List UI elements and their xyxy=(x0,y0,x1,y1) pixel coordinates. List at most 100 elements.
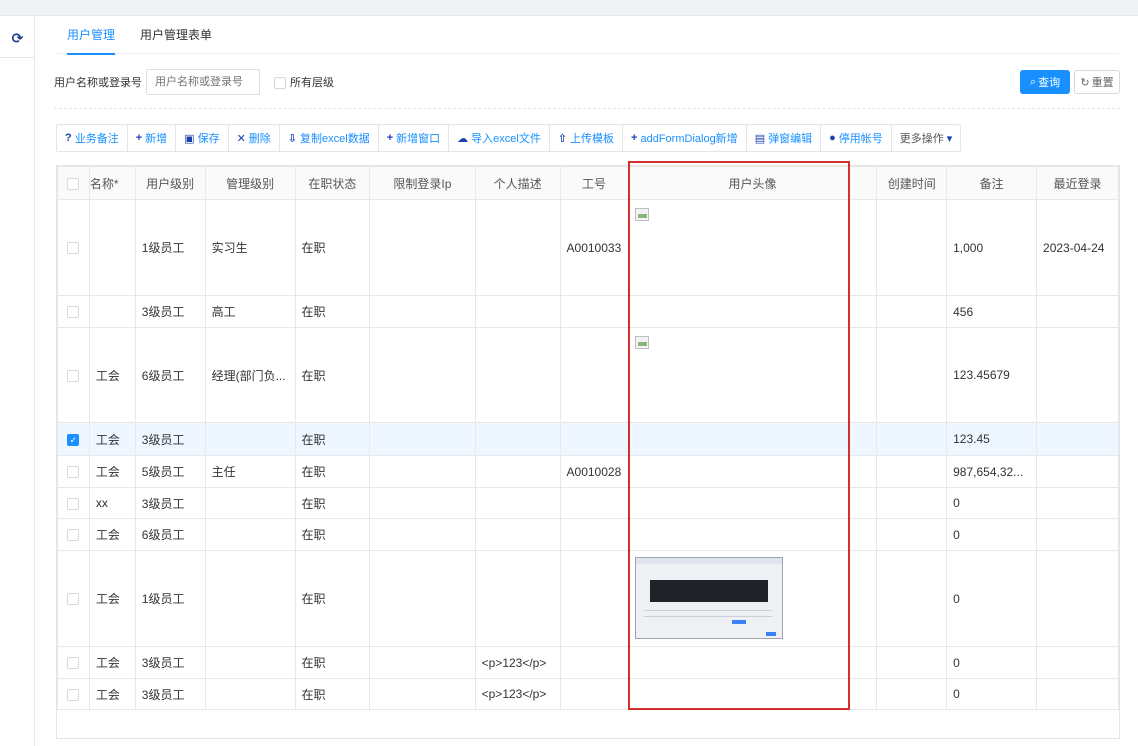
table-cell-status[interactable]: 在职 xyxy=(294,518,371,551)
table-cell-no[interactable]: A0010033 xyxy=(559,199,629,296)
table-cell-level[interactable]: 3级员工 xyxy=(134,646,206,679)
column-header[interactable]: 管理级别 xyxy=(204,166,296,200)
tab-user-management-form[interactable]: 用户管理表单 xyxy=(140,16,212,54)
table-cell-last[interactable] xyxy=(1036,487,1119,519)
table-cell-ip[interactable] xyxy=(369,295,476,328)
table-cell-status[interactable]: 在职 xyxy=(294,487,371,519)
table-cell-created[interactable] xyxy=(876,518,948,551)
table-row[interactable]: 工会 3级员工 在职 <p>123</p> 0 xyxy=(57,646,1119,679)
table-cell-mgmt[interactable] xyxy=(204,646,296,679)
table-row[interactable]: xx 3级员工 在职 0 xyxy=(57,487,1119,519)
table-cell-remark[interactable]: 123.45 xyxy=(946,422,1038,456)
table-cell-ip[interactable] xyxy=(369,422,476,456)
avatar-cell[interactable] xyxy=(627,518,878,551)
avatar-cell[interactable] xyxy=(627,295,878,328)
table-cell-remark[interactable]: 0 xyxy=(946,518,1038,551)
toolbar-button-3[interactable]: ✕ 删除 xyxy=(229,125,280,151)
table-cell-remark[interactable]: 0 xyxy=(946,550,1038,647)
toolbar-button-0[interactable]: ? 业务备注 xyxy=(57,125,128,151)
table-cell-desc[interactable] xyxy=(474,327,561,423)
table-cell-mgmt[interactable] xyxy=(204,518,296,551)
column-header[interactable]: 限制登录Ip xyxy=(369,166,476,200)
table-cell-ip[interactable] xyxy=(369,327,476,423)
table-cell-desc[interactable]: <p>123</p> xyxy=(474,646,561,679)
column-header[interactable]: 创建时间 xyxy=(876,166,948,200)
row-checkbox[interactable]: ✓ xyxy=(57,422,90,456)
table-cell-status[interactable]: 在职 xyxy=(294,646,371,679)
table-row[interactable]: 工会 6级员工 在职 0 xyxy=(57,518,1119,551)
table-cell-no[interactable] xyxy=(559,646,629,679)
table-cell-status[interactable]: 在职 xyxy=(294,327,371,423)
table-cell-remark[interactable]: 0 xyxy=(946,487,1038,519)
table-cell-name[interactable]: 工会 xyxy=(88,678,136,710)
table-cell-ip[interactable] xyxy=(369,487,476,519)
table-cell-created[interactable] xyxy=(876,199,948,296)
table-cell-no[interactable] xyxy=(559,518,629,551)
table-cell-level[interactable]: 3级员工 xyxy=(134,487,206,519)
table-cell-last[interactable] xyxy=(1036,518,1119,551)
table-row[interactable]: 工会 3级员工 在职 <p>123</p> 0 xyxy=(57,678,1119,710)
row-checkbox[interactable] xyxy=(57,678,90,710)
table-cell-status[interactable]: 在职 xyxy=(294,199,371,296)
table-cell-level[interactable]: 1级员工 xyxy=(134,550,206,647)
table-cell-desc[interactable] xyxy=(474,550,561,647)
column-header[interactable]: 在职状态 xyxy=(294,166,371,200)
avatar-cell[interactable] xyxy=(627,422,878,456)
table-cell-name[interactable]: 工会 xyxy=(88,327,136,423)
table-row[interactable]: 工会 6级员工 经理(部门负... 在职 123.45679 xyxy=(57,327,1119,423)
table-cell-status[interactable]: 在职 xyxy=(294,455,371,488)
table-cell-created[interactable] xyxy=(876,550,948,647)
avatar-cell[interactable] xyxy=(627,455,878,488)
table-cell-created[interactable] xyxy=(876,678,948,710)
table-cell-level[interactable]: 6级员工 xyxy=(134,518,206,551)
table-cell-last[interactable] xyxy=(1036,295,1119,328)
toolbar-button-9[interactable]: ▤ 弹窗编辑 xyxy=(747,125,822,151)
row-checkbox[interactable] xyxy=(57,295,90,328)
table-cell-level[interactable]: 6级员工 xyxy=(134,327,206,423)
row-checkbox[interactable] xyxy=(57,518,90,551)
table-cell-created[interactable] xyxy=(876,422,948,456)
toolbar-button-5[interactable]: + 新增窗口 xyxy=(379,125,450,151)
table-cell-name[interactable]: 工会 xyxy=(88,646,136,679)
table-cell-created[interactable] xyxy=(876,455,948,488)
table-cell-last[interactable] xyxy=(1036,678,1119,710)
table-cell-name[interactable]: 工会 xyxy=(88,518,136,551)
table-cell-level[interactable]: 3级员工 xyxy=(134,678,206,710)
table-cell-no[interactable] xyxy=(559,295,629,328)
row-checkbox[interactable] xyxy=(57,646,90,679)
table-cell-desc[interactable] xyxy=(474,487,561,519)
avatar-cell[interactable] xyxy=(627,678,878,710)
table-cell-name[interactable] xyxy=(88,199,136,296)
toolbar-button-4[interactable]: ⇩ 复制excel数据 xyxy=(280,125,379,151)
table-cell-ip[interactable] xyxy=(369,678,476,710)
column-header[interactable]: 用户级别 xyxy=(134,166,206,200)
table-cell-desc[interactable] xyxy=(474,518,561,551)
table-cell-remark[interactable]: 0 xyxy=(946,678,1038,710)
refresh-icon[interactable]: ⟳ xyxy=(0,20,35,58)
table-cell-ip[interactable] xyxy=(369,455,476,488)
table-cell-created[interactable] xyxy=(876,646,948,679)
table-cell-desc[interactable] xyxy=(474,199,561,296)
table-cell-remark[interactable]: 0 xyxy=(946,646,1038,679)
table-cell-no[interactable] xyxy=(559,550,629,647)
row-checkbox[interactable] xyxy=(57,199,90,296)
table-cell-mgmt[interactable]: 实习生 xyxy=(204,199,296,296)
table-cell-last[interactable] xyxy=(1036,550,1119,647)
column-header[interactable]: 用户头像 xyxy=(627,166,878,200)
table-cell-name[interactable]: xx xyxy=(88,487,136,519)
avatar-cell[interactable] xyxy=(627,199,878,296)
table-cell-remark[interactable]: 123.45679 xyxy=(946,327,1038,423)
table-cell-last[interactable] xyxy=(1036,327,1119,423)
table-cell-mgmt[interactable] xyxy=(204,487,296,519)
avatar-cell[interactable] xyxy=(627,646,878,679)
row-checkbox[interactable] xyxy=(57,550,90,647)
select-all-checkbox[interactable] xyxy=(57,166,90,200)
table-cell-ip[interactable] xyxy=(369,199,476,296)
table-row[interactable]: 工会 5级员工 主任 在职 A0010028 987,654,32... xyxy=(57,455,1119,488)
avatar-cell[interactable] xyxy=(627,550,878,647)
table-cell-name[interactable]: 工会 xyxy=(88,455,136,488)
table-cell-no[interactable] xyxy=(559,487,629,519)
table-cell-ip[interactable] xyxy=(369,518,476,551)
table-cell-status[interactable]: 在职 xyxy=(294,678,371,710)
table-cell-remark[interactable]: 1,000 xyxy=(946,199,1038,296)
